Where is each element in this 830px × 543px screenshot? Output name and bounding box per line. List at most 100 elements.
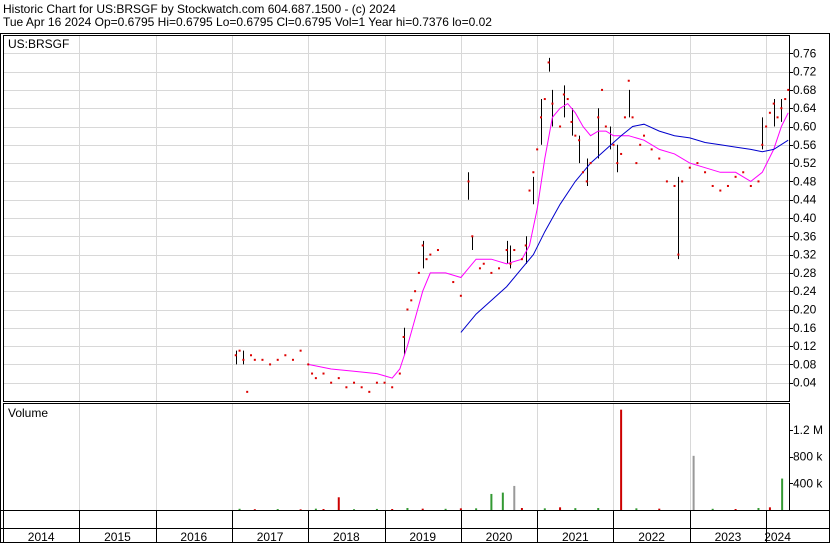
price-point bbox=[410, 299, 413, 302]
price-point bbox=[543, 98, 546, 101]
volume-bar bbox=[421, 508, 424, 510]
price-point bbox=[681, 180, 684, 183]
moving-average-long-line bbox=[460, 123, 789, 333]
price-y-tick-label: 0.12 bbox=[793, 339, 817, 353]
price-point bbox=[314, 377, 317, 380]
price-point bbox=[650, 148, 653, 151]
volume-bar bbox=[635, 508, 638, 510]
price-point bbox=[498, 267, 501, 270]
price-point bbox=[742, 171, 745, 174]
price-point bbox=[429, 253, 432, 256]
volume-bar bbox=[768, 507, 771, 510]
price-point bbox=[665, 180, 668, 183]
price-y-tick-label: 0.44 bbox=[793, 193, 817, 207]
volume-bar bbox=[459, 508, 462, 510]
price-point bbox=[528, 189, 531, 192]
price-point bbox=[612, 143, 615, 146]
price-point bbox=[269, 363, 272, 366]
price-point bbox=[631, 116, 634, 119]
volume-panel-title: Volume bbox=[8, 406, 48, 420]
price-point bbox=[585, 180, 588, 183]
volume-bar bbox=[543, 508, 546, 510]
price-point bbox=[345, 386, 348, 389]
x-axis-year-label: 2015 bbox=[104, 530, 131, 543]
volume-y-tick-label: 800 k bbox=[793, 450, 823, 464]
price-point bbox=[623, 116, 626, 119]
volume-bar bbox=[444, 508, 447, 510]
volume-bar bbox=[322, 508, 325, 510]
price-point bbox=[757, 180, 760, 183]
price-point bbox=[459, 294, 462, 297]
price-point bbox=[276, 358, 279, 361]
moving-average-short-line bbox=[308, 102, 789, 379]
price-point bbox=[711, 184, 714, 187]
price-point bbox=[574, 134, 577, 137]
price-point bbox=[704, 171, 707, 174]
price-point bbox=[658, 157, 661, 160]
price-point bbox=[734, 175, 737, 178]
price-y-tick-label: 0.32 bbox=[793, 248, 817, 262]
price-point bbox=[677, 253, 680, 256]
price-point bbox=[471, 235, 474, 238]
high-low-bars bbox=[236, 57, 782, 365]
price-point bbox=[238, 349, 241, 352]
price-y-tick-label: 0.52 bbox=[793, 156, 817, 170]
volume-bar bbox=[406, 507, 409, 510]
volume-bar bbox=[238, 508, 241, 510]
volume-bar bbox=[559, 507, 562, 510]
price-y-tick-label: 0.68 bbox=[793, 83, 817, 97]
price-point bbox=[383, 381, 386, 384]
price-point bbox=[524, 244, 527, 247]
volume-bar bbox=[391, 508, 394, 510]
price-point bbox=[311, 372, 314, 375]
price-point bbox=[581, 171, 584, 174]
price-point bbox=[402, 335, 405, 338]
price-point bbox=[234, 354, 237, 357]
volume-bar bbox=[276, 509, 279, 511]
price-point bbox=[284, 354, 287, 357]
price-point bbox=[307, 363, 310, 366]
volume-bar bbox=[501, 492, 504, 510]
price-point bbox=[509, 262, 512, 265]
price-point bbox=[547, 61, 550, 64]
price-panel-title: US:BRSGF bbox=[8, 37, 69, 51]
price-point bbox=[765, 125, 768, 128]
price-y-tick-label: 0.36 bbox=[793, 229, 817, 243]
x-axis-year-label: 2014 bbox=[28, 530, 55, 543]
volume-y-tick-label: 400 k bbox=[793, 476, 823, 490]
x-axis-year-label: 2021 bbox=[562, 530, 589, 543]
price-point bbox=[768, 111, 771, 114]
price-y-tick-label: 0.40 bbox=[793, 211, 817, 225]
price-point bbox=[627, 79, 630, 82]
price-point bbox=[578, 139, 581, 142]
price-point bbox=[532, 171, 535, 174]
x-axis-year-label: 2023 bbox=[715, 530, 742, 543]
price-point bbox=[688, 166, 691, 169]
price-point bbox=[406, 308, 409, 311]
price-point bbox=[673, 184, 676, 187]
price-point bbox=[436, 249, 439, 252]
volume-bar bbox=[734, 508, 737, 510]
price-point bbox=[299, 349, 302, 352]
x-axis-year-label: 2018 bbox=[333, 530, 360, 543]
price-point bbox=[353, 381, 356, 384]
volume-bar bbox=[781, 478, 784, 510]
price-point bbox=[776, 116, 779, 119]
volume-bar bbox=[475, 508, 478, 510]
x-axis-year-label: 2016 bbox=[180, 530, 207, 543]
price-point bbox=[639, 143, 642, 146]
volume-bar bbox=[520, 507, 523, 510]
price-point bbox=[566, 98, 569, 101]
price-point bbox=[696, 162, 699, 165]
volume-bar bbox=[490, 493, 493, 510]
volume-panel-border bbox=[3, 403, 790, 511]
price-point bbox=[604, 125, 607, 128]
volume-bar bbox=[692, 455, 695, 510]
price-point bbox=[253, 358, 256, 361]
price-y-tick-label: 0.72 bbox=[793, 65, 817, 79]
price-point bbox=[322, 372, 325, 375]
price-point bbox=[616, 162, 619, 165]
x-axis-year-label: 2019 bbox=[409, 530, 436, 543]
volume-bar bbox=[757, 507, 760, 510]
price-point bbox=[490, 271, 493, 274]
